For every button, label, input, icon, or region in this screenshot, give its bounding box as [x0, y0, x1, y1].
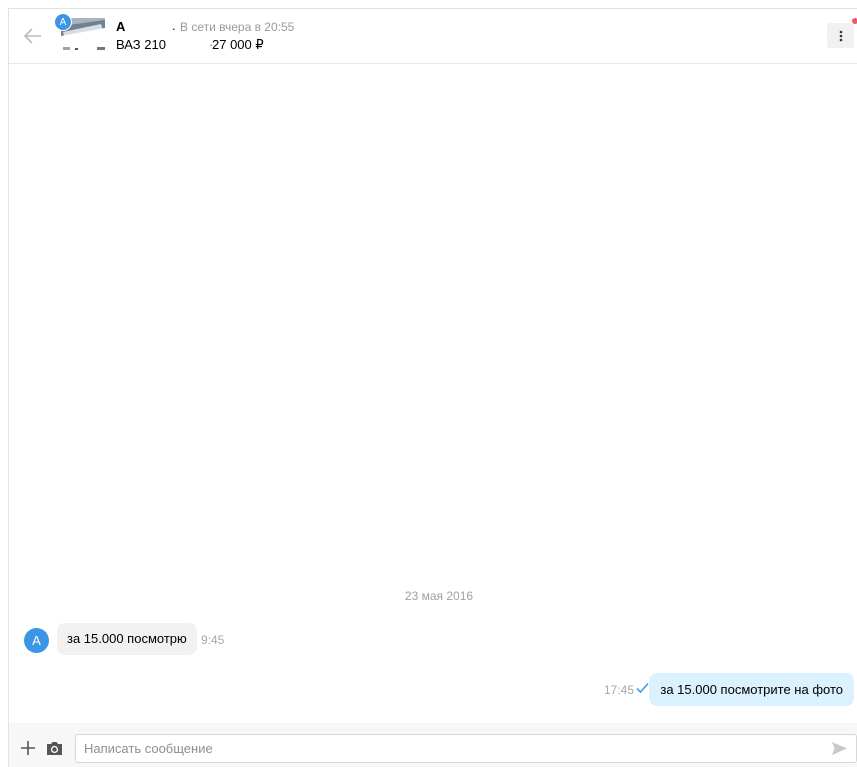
incoming-message: за 15.000 посмотрю	[57, 623, 197, 655]
seller-avatar-badge: А	[54, 13, 72, 31]
date-separator: 23 мая 2016	[404, 589, 474, 603]
check-icon	[636, 683, 649, 694]
camera-icon[interactable]	[46, 740, 63, 756]
paper-plane-icon[interactable]	[831, 741, 848, 756]
avatar[interactable]: А	[24, 628, 49, 653]
chat-window: А А . В сети вчера в 20:55 ВАЗ 210 · 27 …	[8, 8, 857, 767]
plus-icon[interactable]	[20, 740, 36, 756]
ad-title[interactable]: ВАЗ 210	[116, 37, 166, 52]
notification-dot	[852, 18, 857, 24]
outgoing-message-time: 17:45	[604, 683, 635, 697]
ad-price: 27 000 ₽	[212, 37, 264, 52]
arrow-left-icon	[24, 28, 41, 44]
seller-online-status: В сети вчера в 20:55	[180, 20, 295, 34]
incoming-message-time: 9:45	[201, 633, 225, 647]
seller-name[interactable]: А	[116, 19, 125, 34]
back-button[interactable]	[21, 24, 45, 48]
more-options-button[interactable]	[827, 23, 854, 48]
message-composer	[9, 723, 857, 767]
outgoing-message: за 15.000 посмотрите на фото	[649, 673, 854, 706]
ad-thumbnail-link[interactable]: А	[54, 13, 109, 55]
kebab-menu-icon	[839, 30, 842, 41]
message-input[interactable]	[75, 734, 857, 763]
chat-header: А А . В сети вчера в 20:55 ВАЗ 210 · 27 …	[9, 9, 857, 64]
seller-name-trailing: .	[172, 18, 176, 33]
